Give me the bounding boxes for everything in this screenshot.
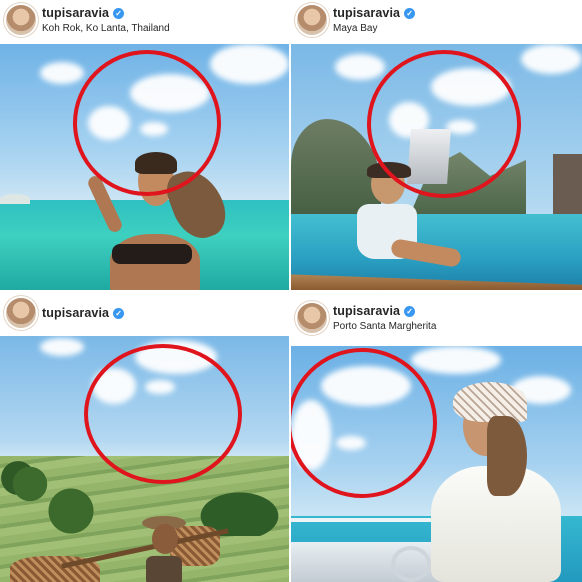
- location-tag[interactable]: Koh Rok, Ko Lanta, Thailand: [42, 23, 170, 34]
- username-row: tupisaravia ✓: [42, 306, 125, 320]
- avatar[interactable]: [6, 298, 36, 328]
- person-hair: [487, 416, 527, 496]
- comparison-grid: tupisaravia ✓ Koh Rok, Ko Lanta, Thailand: [0, 0, 582, 582]
- post-header: tupisaravia ✓ Koh Rok, Ko Lanta, Thailand: [0, 0, 289, 44]
- verified-icon: ✓: [404, 8, 416, 19]
- username-row: tupisaravia ✓: [42, 6, 125, 20]
- highlight-circle: [291, 348, 437, 498]
- cloud: [411, 346, 501, 374]
- location-tag[interactable]: Porto Santa Margherita: [333, 321, 436, 332]
- person-head: [152, 524, 178, 554]
- distant-island: [0, 194, 30, 204]
- cloud: [210, 44, 289, 84]
- post-maya-bay: tupisaravia ✓ Maya Bay: [291, 0, 582, 290]
- highlight-circle: [367, 50, 521, 198]
- post-photo[interactable]: [0, 336, 289, 582]
- username[interactable]: tupisaravia: [42, 306, 109, 320]
- verified-icon: ✓: [113, 308, 125, 319]
- cloud: [521, 44, 582, 74]
- palm-tree: [36, 476, 106, 546]
- post-photo[interactable]: [291, 44, 582, 290]
- highlight-circle: [84, 344, 242, 484]
- swimsuit: [112, 244, 192, 264]
- post-header: tupisaravia ✓ Porto Santa Margherita: [291, 294, 582, 346]
- avatar[interactable]: [6, 5, 36, 35]
- post-rice-terraces: tupisaravia ✓: [0, 294, 289, 582]
- verified-icon: ✓: [113, 8, 125, 19]
- verified-icon: ✓: [404, 306, 416, 317]
- avatar[interactable]: [297, 5, 327, 35]
- headscarf: [453, 382, 527, 422]
- username-row: tupisaravia ✓: [333, 6, 416, 20]
- cloud: [40, 338, 84, 356]
- highlight-circle: [73, 50, 221, 196]
- username[interactable]: tupisaravia: [42, 6, 109, 20]
- location-tag[interactable]: Maya Bay: [333, 23, 377, 34]
- post-porto-santa-margherita: tupisaravia ✓ Porto Santa Margherita: [291, 294, 582, 582]
- person-top: [146, 556, 182, 582]
- cloud: [40, 62, 84, 84]
- boat-railing: [291, 518, 451, 522]
- steering-wheel: [391, 546, 431, 582]
- post-photo[interactable]: [0, 44, 289, 290]
- post-header: tupisaravia ✓: [0, 294, 289, 336]
- post-koh-rok: tupisaravia ✓ Koh Rok, Ko Lanta, Thailand: [0, 0, 289, 290]
- post-photo[interactable]: [291, 346, 582, 582]
- username[interactable]: tupisaravia: [333, 6, 400, 20]
- avatar[interactable]: [297, 303, 327, 333]
- cloud: [335, 54, 385, 80]
- username-row: tupisaravia ✓: [333, 304, 416, 318]
- username[interactable]: tupisaravia: [333, 304, 400, 318]
- post-header: tupisaravia ✓ Maya Bay: [291, 0, 582, 44]
